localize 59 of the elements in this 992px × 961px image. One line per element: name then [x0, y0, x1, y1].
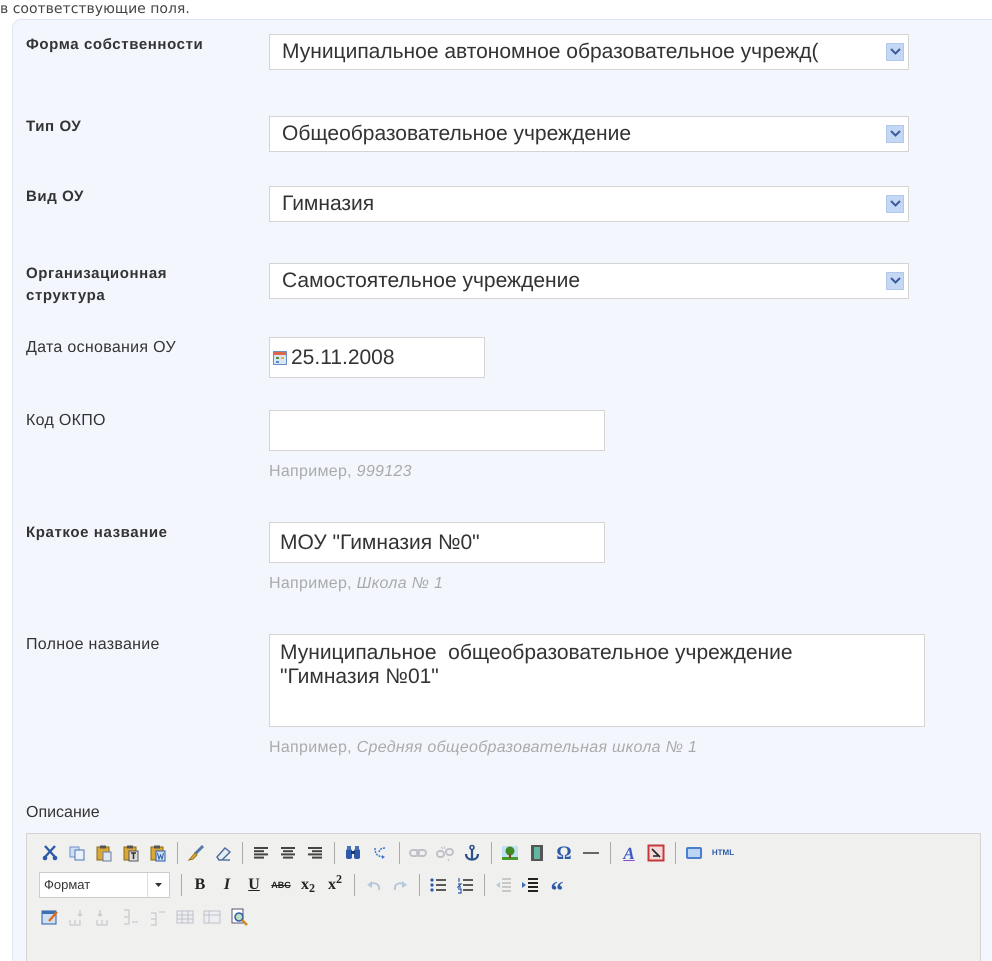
toolbar-button[interactable]: B	[189, 873, 211, 897]
crossed-box-icon	[647, 844, 665, 862]
table-grid-icon	[203, 908, 221, 926]
toolbar-button[interactable]: Ω	[553, 841, 575, 865]
dropdown-field[interactable]: Общеобразовательное учреждение	[269, 116, 909, 152]
field-hint: Например, Школа № 1	[269, 574, 444, 594]
magnifier-document-icon	[230, 908, 248, 926]
date-field[interactable]: 25.11.2008	[269, 337, 485, 378]
binoculars-icon	[344, 844, 362, 862]
field-label: Полное название	[26, 635, 161, 655]
dropdown-field[interactable]: Муниципальное автономное образовательное учрежд(	[269, 34, 909, 70]
dropdown-field[interactable]: Гимназия	[269, 186, 909, 222]
toolbar-button[interactable]: I	[216, 873, 238, 897]
horizontal-line-icon	[583, 852, 599, 854]
pages-icon	[68, 844, 86, 862]
toolbar-button[interactable]: x$_{2}$	[297, 873, 319, 897]
toolbar-button[interactable]: x$^{2}$	[324, 873, 346, 897]
field-label: Организационная структура	[26, 264, 168, 306]
field-label: Дата основания ОУ	[26, 338, 177, 358]
anchor-icon	[463, 844, 481, 862]
toolbar-button[interactable]: “	[546, 873, 568, 897]
field-hint: Например, Средняя общеобразовательная школа № 1	[269, 738, 698, 758]
redo-icon	[392, 880, 408, 890]
undo-icon	[366, 880, 380, 890]
eraser-icon	[214, 844, 232, 862]
outdent-icon	[494, 876, 512, 894]
toolbar-button[interactable]: A	[618, 841, 640, 865]
toolbar-button[interactable]: ABC	[270, 873, 292, 897]
numbered-list-icon	[456, 876, 474, 894]
clipboard-icon	[122, 844, 140, 862]
indent-icon	[521, 876, 539, 894]
field-label: Код ОКПО	[26, 411, 107, 431]
window-icon	[685, 844, 703, 862]
broken-chain-icon	[436, 844, 454, 862]
intro-text: в соответствующие поля.	[0, 0, 191, 17]
brush-icon	[187, 844, 205, 862]
field-hint: Например, 999123	[269, 462, 413, 482]
field-label: Тип ОУ	[26, 117, 82, 137]
field-label: Краткое название	[26, 523, 169, 543]
table-grid-icon	[176, 908, 194, 926]
film-icon	[528, 844, 546, 862]
dropdown-field[interactable]: Самостоятельное учреждение	[269, 263, 909, 299]
bulleted-list-icon	[429, 876, 447, 894]
calendar-icon	[273, 350, 287, 364]
table-column-icon	[122, 908, 140, 926]
textarea-field[interactable]: Муниципальное общеобразовательное учреждение "Гимназия №01"	[269, 634, 925, 727]
toolbar-button[interactable]: HTML	[710, 841, 736, 865]
table-pencil-icon	[41, 908, 59, 926]
field-label: Описание	[26, 803, 101, 823]
format-dropdown[interactable]: Формат	[39, 872, 170, 898]
text-field[interactable]	[269, 410, 605, 451]
field-label: Вид ОУ	[26, 187, 85, 207]
toolbar-button[interactable]: U	[243, 873, 265, 897]
text-field[interactable]: МОУ "Гимназия №0"	[269, 522, 605, 563]
clipboard-icon	[149, 844, 167, 862]
scissors-icon	[41, 844, 59, 862]
field-label: Форма собственности	[26, 35, 204, 55]
tree-image-icon	[501, 844, 519, 862]
clipboard-icon	[95, 844, 113, 862]
